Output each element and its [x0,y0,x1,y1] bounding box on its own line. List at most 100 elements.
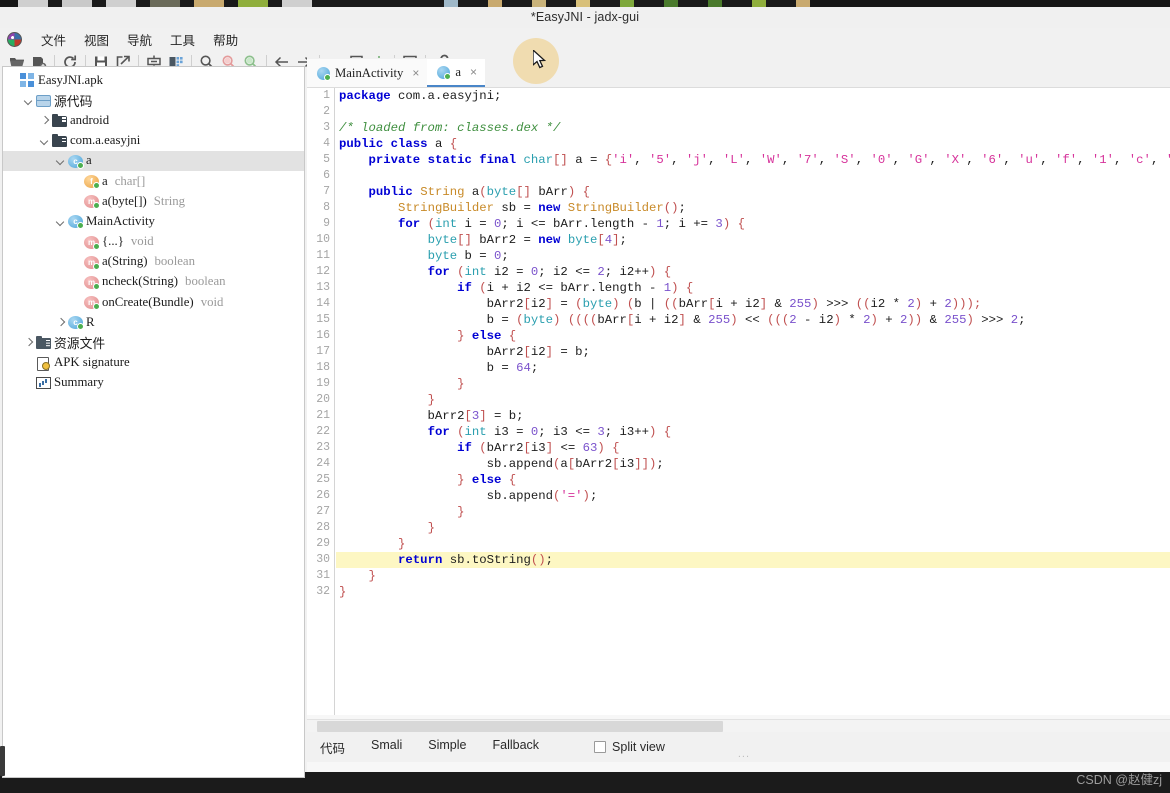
split-view-toggle[interactable]: Split view [594,740,665,754]
close-icon[interactable]: × [412,66,419,80]
menu-help[interactable]: 帮助 [204,28,247,51]
chevron-down-icon[interactable] [55,155,66,166]
chevron-right-icon[interactable] [39,115,50,126]
code-line[interactable]: public class a { [336,136,1170,152]
code-view[interactable]: 1 2 3 4 5 6 7 8 9 10 11 12 13 14 15 16 17 18 19 20 21 22 23 24 2… [307,87,1170,715]
tree-item-a-byte[interactable]: m a(byte[]) String [3,191,304,211]
tree-item-label: com.a.easyjni [70,133,141,148]
editor-tab-a[interactable]: a × [427,59,486,87]
tree-item-[interactable]: 源代码 [3,90,304,110]
code-line[interactable]: } [336,536,1170,552]
menu-view[interactable]: 视图 [75,28,118,51]
tree-item-a[interactable]: f a char[] [3,171,304,191]
code-line[interactable]: bArr2[i2] = b; [336,344,1170,360]
menu-navigation[interactable]: 导航 [118,28,161,51]
line-number: 5 [323,153,330,166]
tree-item-label: a [86,153,92,168]
code-line[interactable]: } else { [336,472,1170,488]
code-line[interactable] [336,104,1170,120]
code-line[interactable]: if (bArr2[i3] <= 63) { [336,440,1170,456]
tree-item-[interactable]: 资源文件 [3,332,304,352]
line-number: 19 [316,377,330,390]
code-line[interactable]: } [336,376,1170,392]
code-line[interactable] [336,168,1170,184]
code-line[interactable]: byte[] bArr2 = new byte[4]; [336,232,1170,248]
tree-item-return-type: void [200,294,224,309]
line-number: 21 [316,409,330,422]
close-icon[interactable]: × [470,65,477,79]
project-tree-panel[interactable]: EasyJNI.apk 源代码 android com.a.easyjni c a f a ch… [2,66,305,778]
horizontal-scrollbar[interactable] [307,719,1170,732]
code-line[interactable]: bArr2[i2] = (byte) (b | ((bArr[i + i2] &… [336,296,1170,312]
tree-item-a[interactable]: ca [3,150,304,171]
tree-item-com-a-easyjni[interactable]: com.a.easyjni [3,131,304,151]
code-line[interactable]: /* loaded from: classes.dex */ [336,120,1170,136]
tree-item-[interactable]: m {...} void [3,232,304,252]
chevron-down-icon[interactable] [55,216,66,227]
code-line[interactable]: } [336,392,1170,408]
tree-item-easyjni-apk[interactable]: EasyJNI.apk [3,70,304,90]
line-number: 13 [316,281,330,294]
source-icon [36,94,51,107]
view-tab-smali[interactable]: Smali [358,734,415,761]
tree-item-ncheck-string[interactable]: m ncheck(String) boolean [3,272,304,292]
tree-item-label: R [86,314,95,329]
code-line[interactable]: bArr2[3] = b; [336,408,1170,424]
view-tab-code[interactable]: 代码 [307,734,358,761]
tree-item-oncreate-bundle[interactable]: m onCreate(Bundle) void [3,292,304,312]
code-line[interactable]: return sb.toString(); [336,552,1170,568]
code-line[interactable]: for (int i3 = 0; i3 <= 3; i3++) { [336,424,1170,440]
split-view-checkbox[interactable] [594,741,607,753]
code-line[interactable]: for (int i = 0; i <= bArr.length - 1; i … [336,216,1170,232]
code-line[interactable]: private static final char[] a = {'i', '5… [336,152,1170,168]
editor-tab-mainactivity[interactable]: MainActivity × [307,59,428,87]
line-number-gutter: 1 2 3 4 5 6 7 8 9 10 11 12 13 14 15 16 17 18 19 20 21 22 23 24 2… [307,88,335,715]
chevron-right-icon[interactable] [55,317,66,328]
menu-tools[interactable]: 工具 [161,28,204,51]
tree-item-a-string[interactable]: m a(String) boolean [3,252,304,272]
menu-file[interactable]: 文件 [32,28,75,51]
sidebar-collapse-handle[interactable] [0,746,5,776]
tree-item-summary[interactable]: Summary [3,373,304,393]
tree-item-label: 资源文件 [54,337,106,352]
chevron-down-icon[interactable] [23,95,34,106]
editor-tab-strip: MainActivity × a × [307,58,1170,87]
code-line[interactable]: b = 64; [336,360,1170,376]
code-line[interactable]: package com.a.easyjni; [336,88,1170,104]
tree-item-label: a(String) [102,254,148,269]
tree-item-apk-signature[interactable]: APK signature [3,353,304,373]
line-number: 2 [323,105,330,118]
tree-item-android[interactable]: android [3,110,304,130]
view-tab-simple[interactable]: Simple [415,734,479,761]
code-text-area[interactable]: package com.a.easyjni; /* loaded from: cl… [336,88,1170,715]
code-line[interactable]: StringBuilder sb = new StringBuilder(); [336,200,1170,216]
chevron-down-icon[interactable] [39,135,50,146]
view-tab-fallback[interactable]: Fallback [480,734,553,761]
code-line[interactable]: byte b = 0; [336,248,1170,264]
code-line[interactable]: } else { [336,328,1170,344]
tree-item-mainactivity[interactable]: c MainActivity [3,211,304,231]
method-icon: m [84,255,100,270]
code-line[interactable]: } [336,520,1170,536]
code-line[interactable]: } [336,584,1170,600]
code-line[interactable]: for (int i2 = 0; i2 <= 2; i2++) { [336,264,1170,280]
code-line[interactable]: b = (byte) ((((bArr[i + i2] & 255) << ((… [336,312,1170,328]
code-line[interactable]: sb.append('='); [336,488,1170,504]
code-line[interactable]: if (i + i2 <= bArr.length - 1) { [336,280,1170,296]
line-number: 29 [316,537,330,550]
code-line[interactable]: } [336,568,1170,584]
class-icon: c [68,154,84,169]
tree-item-label: android [70,112,110,127]
editor-tab-label: a [455,64,462,79]
code-line[interactable]: public String a(byte[] bArr) { [336,184,1170,200]
code-line[interactable]: sb.append(a[bArr2[i3]]); [336,456,1170,472]
line-number: 27 [316,505,330,518]
field-icon: f [84,175,100,190]
tree-item-r[interactable]: cR [3,312,304,332]
code-line[interactable]: } [336,504,1170,520]
chevron-right-icon[interactable] [23,337,34,348]
class-icon [317,66,331,81]
horizontal-scrollbar-thumb[interactable] [317,721,723,732]
